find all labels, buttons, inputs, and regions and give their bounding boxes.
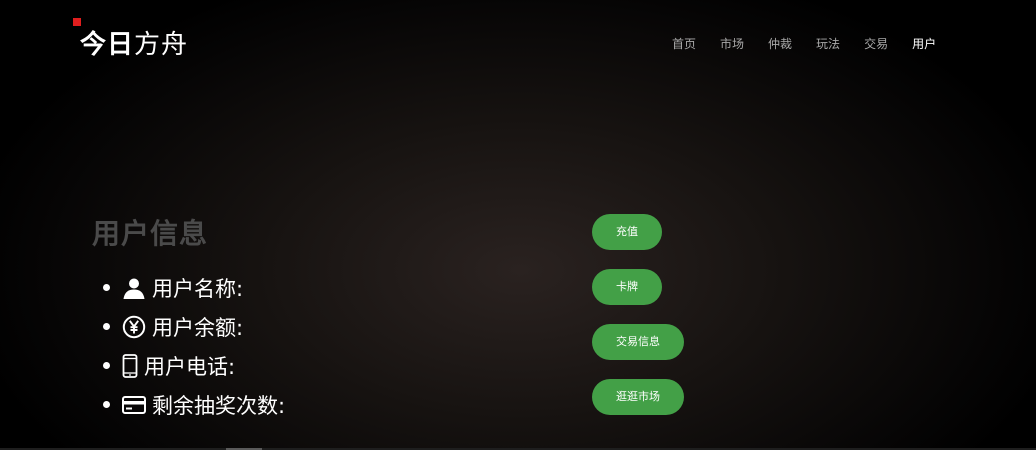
bullet-icon bbox=[103, 362, 110, 369]
logo[interactable]: 今日 方舟 bbox=[73, 18, 189, 62]
phone-icon bbox=[122, 353, 138, 378]
recharge-button[interactable]: 充值 bbox=[592, 214, 662, 250]
main-nav: 首页 市场 仲裁 玩法 交易 用户 bbox=[672, 36, 960, 52]
info-item-phone: 用户电话: bbox=[103, 346, 285, 385]
nav-item-user[interactable]: 用户 bbox=[912, 36, 936, 52]
card-icon bbox=[122, 395, 146, 415]
trade-info-button[interactable]: 交易信息 bbox=[592, 324, 684, 360]
info-item-draw-count: 剩余抽奖次数: bbox=[103, 385, 285, 424]
page-title: 用户信息 bbox=[92, 217, 209, 250]
logo-mark-icon bbox=[73, 18, 81, 26]
nav-item-gameplay[interactable]: 玩法 bbox=[816, 36, 840, 52]
yen-icon bbox=[122, 315, 146, 339]
nav-item-home[interactable]: 首页 bbox=[672, 36, 696, 52]
bullet-icon bbox=[103, 323, 110, 330]
browse-market-button[interactable]: 逛逛市场 bbox=[592, 379, 684, 415]
nav-item-trade[interactable]: 交易 bbox=[864, 36, 888, 52]
info-label-phone: 用户电话: bbox=[144, 354, 236, 379]
nav-item-arbitration[interactable]: 仲裁 bbox=[768, 36, 792, 52]
info-item-balance: 用户余额: bbox=[103, 307, 285, 346]
user-info-list: 用户名称: 用户余额: 用户电话: 剩余抽奖次数: bbox=[103, 268, 285, 424]
info-item-username: 用户名称: bbox=[103, 268, 285, 307]
action-buttons: 充值 卡牌 交易信息 逛逛市场 bbox=[592, 214, 684, 434]
bullet-icon bbox=[103, 284, 110, 291]
bullet-icon bbox=[103, 401, 110, 408]
user-icon bbox=[122, 276, 146, 300]
logo-text-light: 方舟 bbox=[134, 29, 189, 60]
info-label-balance: 用户余额: bbox=[152, 315, 244, 340]
logo-text-bold: 今日 bbox=[80, 29, 135, 60]
info-label-draw-count: 剩余抽奖次数: bbox=[152, 393, 286, 418]
cards-button[interactable]: 卡牌 bbox=[592, 269, 662, 305]
nav-item-market[interactable]: 市场 bbox=[720, 36, 744, 52]
info-label-username: 用户名称: bbox=[152, 276, 244, 301]
